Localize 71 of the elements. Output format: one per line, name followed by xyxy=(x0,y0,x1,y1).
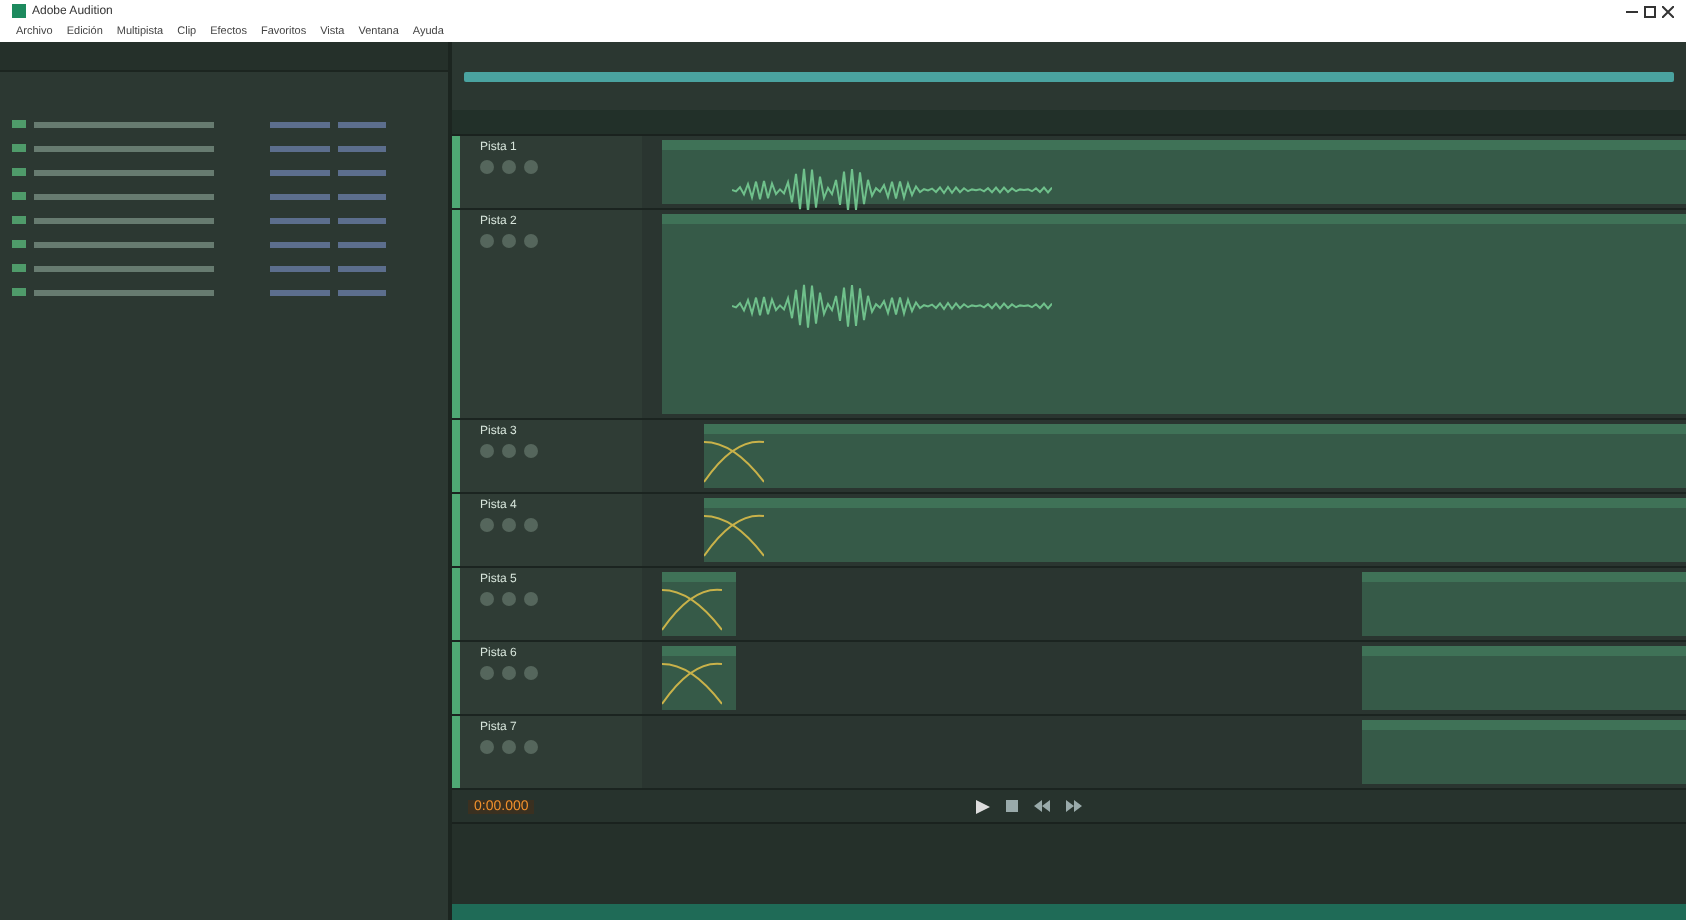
minimize-icon[interactable] xyxy=(1626,5,1638,17)
audio-clip[interactable] xyxy=(1362,572,1686,636)
record-icon[interactable] xyxy=(524,740,538,754)
mute-icon[interactable] xyxy=(480,740,494,754)
record-icon[interactable] xyxy=(524,592,538,606)
file-entry-drawing xyxy=(338,289,386,295)
solo-icon[interactable] xyxy=(502,666,516,680)
audio-clip[interactable] xyxy=(1362,140,1686,204)
fade-curve-drawing xyxy=(662,660,723,708)
solo-icon[interactable] xyxy=(502,160,516,174)
mute-icon[interactable] xyxy=(480,666,494,680)
solo-icon[interactable] xyxy=(502,592,516,606)
audio-clip[interactable] xyxy=(662,140,1363,204)
audio-clip[interactable] xyxy=(1362,646,1686,710)
solo-icon[interactable] xyxy=(502,444,516,458)
file-icon xyxy=(12,144,26,152)
mute-icon[interactable] xyxy=(480,518,494,532)
audio-clip[interactable] xyxy=(1362,720,1686,784)
mute-icon[interactable] xyxy=(480,444,494,458)
mute-icon[interactable] xyxy=(480,234,494,248)
record-icon[interactable] xyxy=(524,234,538,248)
rewind-icon[interactable] xyxy=(1033,800,1050,812)
audio-clip[interactable] xyxy=(704,424,1363,488)
zoom-navigator-bar[interactable] xyxy=(464,71,1674,81)
file-icon xyxy=(12,168,26,176)
audio-clip[interactable] xyxy=(662,214,1363,414)
file-entry-drawing xyxy=(338,193,386,199)
audio-clip[interactable] xyxy=(1362,424,1686,488)
file-icon xyxy=(12,216,26,224)
audio-clip[interactable] xyxy=(1362,214,1686,414)
file-entry-drawing xyxy=(270,217,330,223)
file-entry-drawing xyxy=(338,145,386,151)
audio-clip[interactable] xyxy=(662,646,736,710)
file-entry-drawing xyxy=(270,265,330,271)
file-entry-drawing xyxy=(338,265,386,271)
fade-curve-drawing xyxy=(704,438,765,486)
file-entry-drawing xyxy=(270,289,330,295)
mute-icon[interactable] xyxy=(480,592,494,606)
file-entry-drawing xyxy=(270,241,330,247)
audio-clip[interactable] xyxy=(704,498,1363,562)
file-entry-drawing xyxy=(270,193,330,199)
maximize-icon[interactable] xyxy=(1644,5,1656,17)
file-entry-drawing xyxy=(270,169,330,175)
file-entry-drawing xyxy=(338,121,386,127)
solo-icon[interactable] xyxy=(502,740,516,754)
record-icon[interactable] xyxy=(524,518,538,532)
file-icon xyxy=(12,264,26,272)
close-icon[interactable] xyxy=(1662,5,1674,17)
file-entry-drawing xyxy=(338,241,386,247)
audio-clip[interactable] xyxy=(662,572,736,636)
file-icon xyxy=(12,120,26,128)
record-icon[interactable] xyxy=(524,160,538,174)
file-entry-drawing xyxy=(270,145,330,151)
file-icon xyxy=(12,192,26,200)
solo-icon[interactable] xyxy=(502,518,516,532)
stop-icon[interactable] xyxy=(1005,800,1018,812)
record-icon[interactable] xyxy=(524,666,538,680)
fade-curve-drawing xyxy=(704,512,765,560)
file-entry-drawing xyxy=(338,169,386,175)
mute-icon[interactable] xyxy=(480,160,494,174)
file-entry-drawing xyxy=(338,217,386,223)
solo-icon[interactable] xyxy=(502,234,516,248)
record-icon[interactable] xyxy=(524,444,538,458)
app-logo-icon xyxy=(12,4,26,18)
file-icon xyxy=(12,288,26,296)
file-icon xyxy=(12,240,26,248)
file-entry-drawing xyxy=(270,121,330,127)
audio-clip[interactable] xyxy=(1362,498,1686,562)
play-icon[interactable] xyxy=(975,799,990,813)
forward-icon[interactable] xyxy=(1065,800,1082,812)
fade-curve-drawing xyxy=(662,586,723,634)
